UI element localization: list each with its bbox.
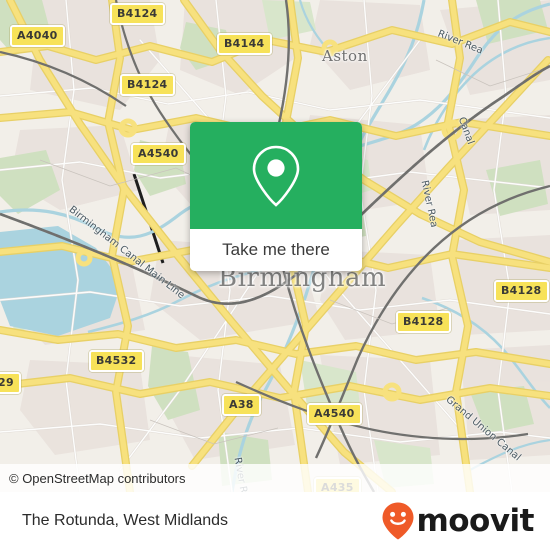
road-shield-a4040: A4040 [10,25,65,47]
poi-card-image [190,122,362,229]
road-shield-29: 29 [0,372,21,394]
map-attribution-bar: © OpenStreetMap contributors [0,464,550,492]
map-canvas[interactable]: .ga { fill:#cfe0c0; } .gb { fill:#d8e6cb… [0,0,550,492]
location-title: The Rotunda, West Midlands [22,512,229,529]
road-shield-a4540-south: A4540 [307,403,362,425]
poi-callout-card[interactable]: Take me there [190,122,362,271]
road-shield-a4540-west: A4540 [131,143,186,165]
moovit-smiley-pin-icon [382,502,414,540]
map-pin-icon [252,145,300,207]
road-shield-b4124-south: B4124 [120,74,175,96]
moovit-logo[interactable]: moovit [381,501,550,541]
road-shield-b4128-east: B4128 [494,280,549,302]
map-place-label-aston: Aston [322,47,368,65]
road-shield-b4124-north: B4124 [110,3,165,25]
take-me-there-button[interactable]: Take me there [190,229,362,271]
footer-bar: The Rotunda, West Midlands moovit [0,492,550,550]
map-screenshot: .ga { fill:#cfe0c0; } .gb { fill:#d8e6cb… [0,0,550,550]
road-shield-b4532: B4532 [89,350,144,372]
osm-attribution-text[interactable]: © OpenStreetMap contributors [0,471,186,486]
road-shield-b4128-west: B4128 [396,311,451,333]
road-shield-b4144: B4144 [217,33,272,55]
road-shield-a38: A38 [222,394,261,416]
moovit-wordmark: moovit [416,502,534,539]
take-me-there-label: Take me there [222,240,330,259]
